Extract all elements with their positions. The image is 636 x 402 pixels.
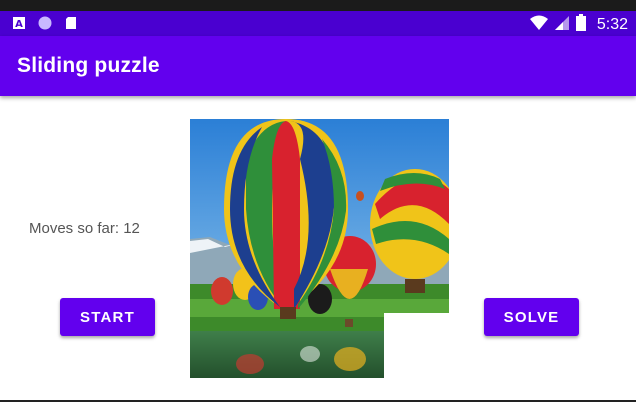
moves-counter: Moves so far: 12 <box>29 220 140 237</box>
sd-card-icon <box>64 15 78 29</box>
solve-button[interactable]: SOLVE <box>484 298 579 336</box>
battery-icon <box>575 14 586 35</box>
status-bar: A 5:32 <box>0 11 636 36</box>
app-bar: Sliding puzzle <box>0 36 636 96</box>
cell-signal-icon <box>554 15 569 35</box>
svg-text:A: A <box>15 19 23 30</box>
clock: 5:32 <box>596 15 628 33</box>
puzzle-board[interactable] <box>190 119 460 378</box>
app-title: Sliding puzzle <box>17 54 160 77</box>
wifi-icon <box>529 15 548 35</box>
circle-notification-icon <box>38 15 52 30</box>
a-notification-icon: A <box>12 15 26 30</box>
start-button[interactable]: START <box>60 298 155 336</box>
puzzle-image <box>190 119 460 378</box>
top-bezel <box>0 0 636 11</box>
